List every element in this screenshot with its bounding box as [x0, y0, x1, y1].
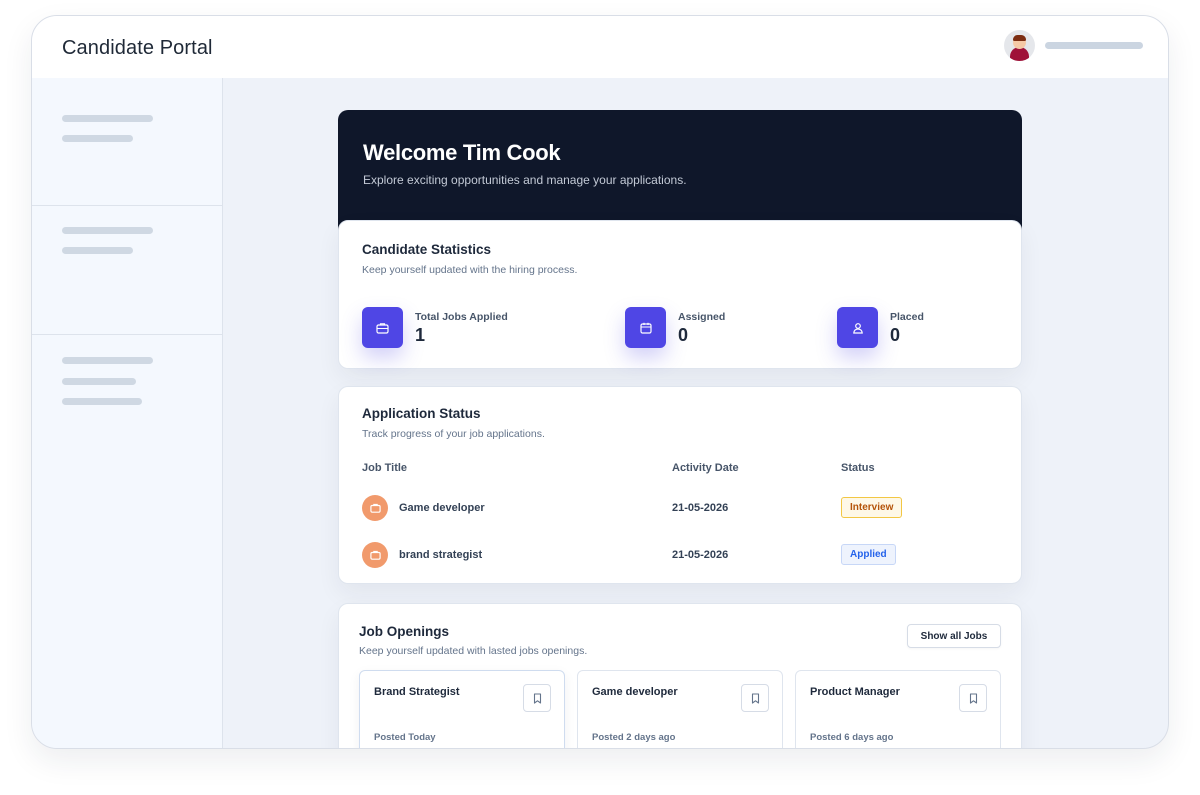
- stat-label: Total Jobs Applied: [415, 311, 508, 323]
- sidebar-item-placeholder[interactable]: [62, 247, 133, 254]
- sidebar-item-placeholder[interactable]: [62, 227, 153, 234]
- user-avatar[interactable]: [1004, 30, 1035, 61]
- sidebar-section: [32, 206, 222, 335]
- user-name-placeholder: [1045, 42, 1143, 49]
- card-title: Candidate Statistics: [362, 242, 492, 257]
- card-subtitle: Keep yourself updated with lasted jobs o…: [359, 645, 588, 657]
- job-title: Product Manager: [810, 686, 900, 698]
- column-header-job-title: Job Title: [362, 462, 408, 474]
- sidebar-item-placeholder[interactable]: [62, 135, 133, 142]
- job-card[interactable]: Product Manager Posted 6 days ago: [795, 670, 1001, 748]
- column-header-status: Status: [841, 462, 875, 474]
- user-icon: [837, 307, 878, 348]
- card-subtitle: Track progress of your job applications.: [362, 428, 545, 440]
- card-title: Application Status: [362, 406, 481, 421]
- briefcase-icon: [362, 542, 388, 568]
- stat-label: Assigned: [678, 311, 726, 323]
- posted-date: Posted 6 days ago: [810, 732, 894, 743]
- card-subtitle: Keep yourself updated with the hiring pr…: [362, 264, 578, 276]
- sidebar-item-placeholder[interactable]: [62, 378, 136, 385]
- stat-value: 0: [678, 325, 689, 345]
- app-window: Candidate Portal Welcome Tim Cook Explor…: [31, 15, 1169, 749]
- job-card[interactable]: Brand Strategist Posted Today: [359, 670, 565, 748]
- posted-date: Posted 2 days ago: [592, 732, 676, 743]
- posted-date: Posted Today: [374, 732, 436, 743]
- status-badge: Interview: [841, 497, 903, 518]
- sidebar-section: [32, 78, 222, 206]
- sidebar-section: [32, 335, 222, 748]
- application-status-card: Application Status Track progress of you…: [338, 386, 1022, 584]
- briefcase-icon: [362, 307, 403, 348]
- sidebar-item-placeholder[interactable]: [62, 115, 153, 122]
- candidate-statistics-card: Candidate Statistics Keep yourself updat…: [338, 220, 1022, 369]
- bookmark-icon[interactable]: [741, 684, 769, 712]
- card-title: Job Openings: [359, 624, 450, 639]
- column-header-activity-date: Activity Date: [672, 462, 739, 474]
- calendar-icon: [625, 307, 666, 348]
- sidebar-item-placeholder[interactable]: [62, 398, 142, 405]
- app-title: Candidate Portal: [62, 37, 213, 59]
- stat-value: 1: [415, 325, 426, 345]
- job-title: Game developer: [592, 686, 678, 698]
- job-title-cell: brand strategist: [399, 549, 483, 561]
- activity-date-cell: 21-05-2026: [672, 502, 729, 514]
- show-all-jobs-button[interactable]: Show all Jobs: [907, 624, 1001, 648]
- sidebar: [32, 78, 223, 748]
- bookmark-icon[interactable]: [523, 684, 551, 712]
- welcome-subtitle: Explore exciting opportunities and manag…: [363, 173, 687, 187]
- top-bar: Candidate Portal: [32, 16, 1168, 78]
- status-badge: Applied: [841, 544, 896, 565]
- job-title-cell: Game developer: [399, 502, 485, 514]
- main-content: Welcome Tim Cook Explore exciting opport…: [224, 78, 1168, 748]
- job-title: Brand Strategist: [374, 686, 460, 698]
- stat-label: Placed: [890, 311, 924, 323]
- job-card[interactable]: Game developer Posted 2 days ago: [577, 670, 783, 748]
- briefcase-icon: [362, 495, 388, 521]
- job-openings-card: Job Openings Keep yourself updated with …: [338, 603, 1022, 748]
- welcome-heading: Welcome Tim Cook: [363, 140, 561, 165]
- stat-value: 0: [890, 325, 901, 345]
- bookmark-icon[interactable]: [959, 684, 987, 712]
- sidebar-item-placeholder[interactable]: [62, 357, 153, 364]
- activity-date-cell: 21-05-2026: [672, 549, 729, 561]
